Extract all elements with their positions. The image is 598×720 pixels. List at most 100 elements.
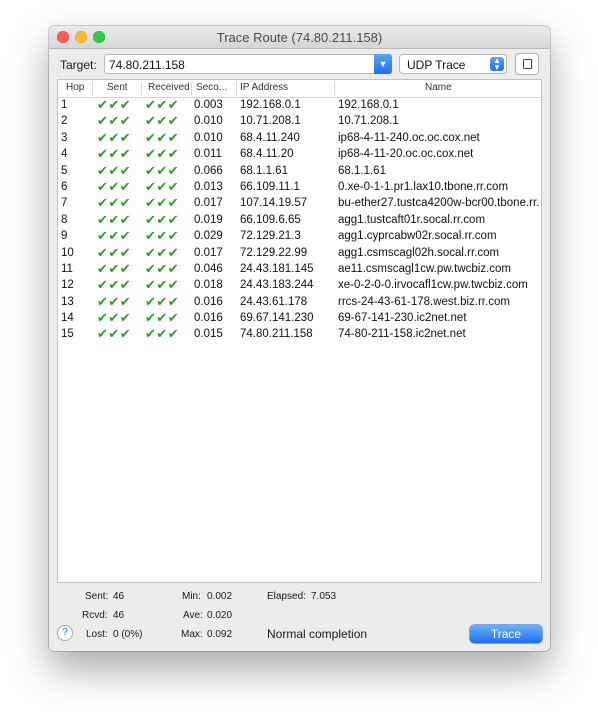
hop-cell: 4 xyxy=(61,148,68,161)
hop-cell: 6 xyxy=(61,180,68,193)
seconds-cell: 0.011 xyxy=(194,148,222,161)
table-row[interactable]: 11 ✔✔✔ ✔✔✔ 0.046 24.43.181.145 ae11.csmscagl1… xyxy=(58,260,541,278)
hop-cell: 10 xyxy=(61,246,74,259)
min-value: 0.002 xyxy=(207,591,233,602)
received-checks: ✔✔✔ xyxy=(145,178,180,194)
elapsed-label: Elapsed: xyxy=(267,591,306,602)
ip-address-cell: 24.43.183.244 xyxy=(240,279,314,292)
title-bar: Trace Route (74.80.211.158) xyxy=(49,26,550,49)
elapsed-value: 7.053 xyxy=(311,591,337,602)
sent-value: 46 xyxy=(113,591,125,602)
sent-checks: ✔✔✔ xyxy=(97,178,132,194)
received-checks: ✔✔✔ xyxy=(145,129,180,145)
ip-address-cell: 66.109.11.1 xyxy=(240,180,300,193)
ip-address-cell: 24.43.181.145 xyxy=(240,262,314,275)
sent-checks: ✔✔✔ xyxy=(97,129,132,145)
seconds-cell: 0.016 xyxy=(194,295,223,308)
sent-checks: ✔✔✔ xyxy=(97,277,132,293)
hop-cell: 15 xyxy=(61,328,74,341)
sent-checks: ✔✔✔ xyxy=(97,260,132,276)
table-row[interactable]: 12 ✔✔✔ ✔✔✔ 0.018 24.43.183.244 xe-0-2-0-0.irv… xyxy=(58,277,541,294)
target-input[interactable]: 74.80.211.158 xyxy=(109,58,185,72)
table-row[interactable]: 7 ✔✔✔ ✔✔✔ 0.017 107.14.19.57 bu-ether27.tustc… xyxy=(58,195,541,212)
lost-value: 0 (0%) xyxy=(113,629,143,640)
name-cell: agg1.cyprcabw02r.socal.rr.com xyxy=(338,230,497,243)
table-row[interactable]: 15 ✔✔✔ ✔✔✔ 0.015 74.80.211.158 74-80-211-158.… xyxy=(58,326,541,343)
table-row[interactable]: 6 ✔✔✔ ✔✔✔ 0.013 66.109.11.1 0.xe-0-1-1.pr1.la… xyxy=(58,178,541,196)
hop-cell: 9 xyxy=(61,230,68,243)
table-row[interactable]: 10 ✔✔✔ ✔✔✔ 0.017 72.129.22.99 agg1.csmscagl02… xyxy=(58,245,541,262)
ip-address-cell: 107.14.19.57 xyxy=(240,197,308,210)
target-combo-box[interactable]: 74.80.211.158 ▼ xyxy=(104,54,392,74)
name-cell: agg1.tustcaft01r.socal.rr.com xyxy=(338,213,486,226)
received-checks: ✔✔✔ xyxy=(145,146,180,162)
name-cell: 0.xe-0-1-1.pr1.lax10.tbone.rr.com xyxy=(338,180,509,193)
seconds-cell: 0.017 xyxy=(194,197,223,210)
max-label: Max: xyxy=(181,629,203,640)
column-header-seconds[interactable]: Seco... xyxy=(196,82,227,93)
ip-address-cell: 72.129.22.99 xyxy=(240,246,308,259)
column-header-received[interactable]: Received xyxy=(148,82,190,93)
table-row[interactable]: 2 ✔✔✔ ✔✔✔ 0.010 10.71.208.1 10.71.208.1 xyxy=(58,113,541,130)
name-cell: 69-67-141-230.ic2net.net xyxy=(338,312,467,325)
hop-cell: 12 xyxy=(61,279,74,292)
seconds-cell: 0.019 xyxy=(194,213,223,226)
column-header-name[interactable]: Name xyxy=(425,82,452,93)
table-row[interactable]: 8 ✔✔✔ ✔✔✔ 0.019 66.109.6.65 agg1.tustcaft01r.… xyxy=(58,211,541,229)
received-checks: ✔✔✔ xyxy=(145,211,180,227)
select-updown-icon: ▲ ▼ xyxy=(490,57,504,72)
combo-chevron-icon[interactable]: ▼ xyxy=(374,54,392,74)
sent-label: Sent: xyxy=(85,591,109,602)
received-checks: ✔✔✔ xyxy=(145,195,180,211)
table-row[interactable]: 9 ✔✔✔ ✔✔✔ 0.029 72.129.21.3 agg1.cyprcabw02r.… xyxy=(58,228,541,245)
trace-mode-select[interactable]: UDP Trace ▲ ▼ xyxy=(399,54,507,74)
sent-checks: ✔✔✔ xyxy=(97,195,132,211)
trace-route-window: Trace Route (74.80.211.158) Target: 74.8… xyxy=(49,26,550,651)
column-header-hop[interactable]: Hop xyxy=(66,82,84,93)
column-divider xyxy=(334,82,335,95)
received-checks: ✔✔✔ xyxy=(145,260,180,276)
table-row[interactable]: 5 ✔✔✔ ✔✔✔ 0.066 68.1.1.61 68.1.1.61 xyxy=(58,162,541,180)
ip-address-cell: 69.67.141.230 xyxy=(240,312,314,325)
table-row[interactable]: 4 ✔✔✔ ✔✔✔ 0.011 68.4.11.20 ip68-4-11-20.oc.oc… xyxy=(58,146,541,163)
received-checks: ✔✔✔ xyxy=(145,228,180,244)
ip-address-cell: 24.43.61.178 xyxy=(240,295,308,308)
seconds-cell: 0.015 xyxy=(194,328,223,341)
received-checks: ✔✔✔ xyxy=(145,277,180,293)
seconds-cell: 0.010 xyxy=(194,115,223,128)
name-cell: xe-0-2-0-0.irvocafl1cw.pw.twcbiz.com xyxy=(338,279,528,292)
seconds-cell: 0.003 xyxy=(194,99,223,111)
name-cell: ip68-4-11-240.oc.oc.cox.net xyxy=(338,131,480,144)
column-header-sent[interactable]: Sent xyxy=(107,82,128,93)
ip-address-cell: 66.109.6.65 xyxy=(240,213,301,226)
seconds-cell: 0.066 xyxy=(194,164,223,177)
trace-button[interactable]: Trace xyxy=(470,625,542,643)
hop-cell: 13 xyxy=(61,295,74,308)
table-row[interactable]: 1 ✔✔✔ ✔✔✔ 0.003 192.168.0.1 192.168.0.1 xyxy=(58,97,541,114)
share-button[interactable] xyxy=(515,53,539,75)
column-header-ip-address[interactable]: IP Address xyxy=(240,82,288,93)
sent-checks: ✔✔✔ xyxy=(97,310,132,326)
trace-table: Hop Sent Received Seco... IP Address Nam… xyxy=(57,79,542,583)
name-cell: ip68-4-11-20.oc.oc.cox.net xyxy=(338,148,474,161)
max-value: 0.092 xyxy=(207,629,233,640)
ip-address-cell: 68.4.11.240 xyxy=(240,131,300,144)
ip-address-cell: 10.71.208.1 xyxy=(240,115,301,128)
received-checks: ✔✔✔ xyxy=(145,97,180,112)
seconds-cell: 0.029 xyxy=(194,230,223,243)
seconds-cell: 0.013 xyxy=(194,180,223,193)
table-body: 1 ✔✔✔ ✔✔✔ 0.003 192.168.0.1 192.168.0.1 2 ✔✔✔ ✔… xyxy=(58,97,541,344)
column-divider xyxy=(92,82,93,95)
name-cell: 192.168.0.1 xyxy=(338,99,399,111)
column-divider xyxy=(236,82,237,95)
seconds-cell: 0.010 xyxy=(194,131,223,144)
table-row[interactable]: 13 ✔✔✔ ✔✔✔ 0.016 24.43.61.178 rrcs-24-43-61-1… xyxy=(58,293,541,311)
help-icon[interactable]: ? xyxy=(57,625,73,641)
table-row[interactable]: 14 ✔✔✔ ✔✔✔ 0.016 69.67.141.230 69-67-141-230.… xyxy=(58,310,541,327)
table-row[interactable]: 3 ✔✔✔ ✔✔✔ 0.010 68.4.11.240 ip68-4-11-240.oc.… xyxy=(58,129,541,147)
seconds-cell: 0.016 xyxy=(194,312,223,325)
received-checks: ✔✔✔ xyxy=(145,310,180,326)
seconds-cell: 0.017 xyxy=(194,246,223,259)
received-checks: ✔✔✔ xyxy=(145,162,180,178)
received-checks: ✔✔✔ xyxy=(145,293,180,309)
